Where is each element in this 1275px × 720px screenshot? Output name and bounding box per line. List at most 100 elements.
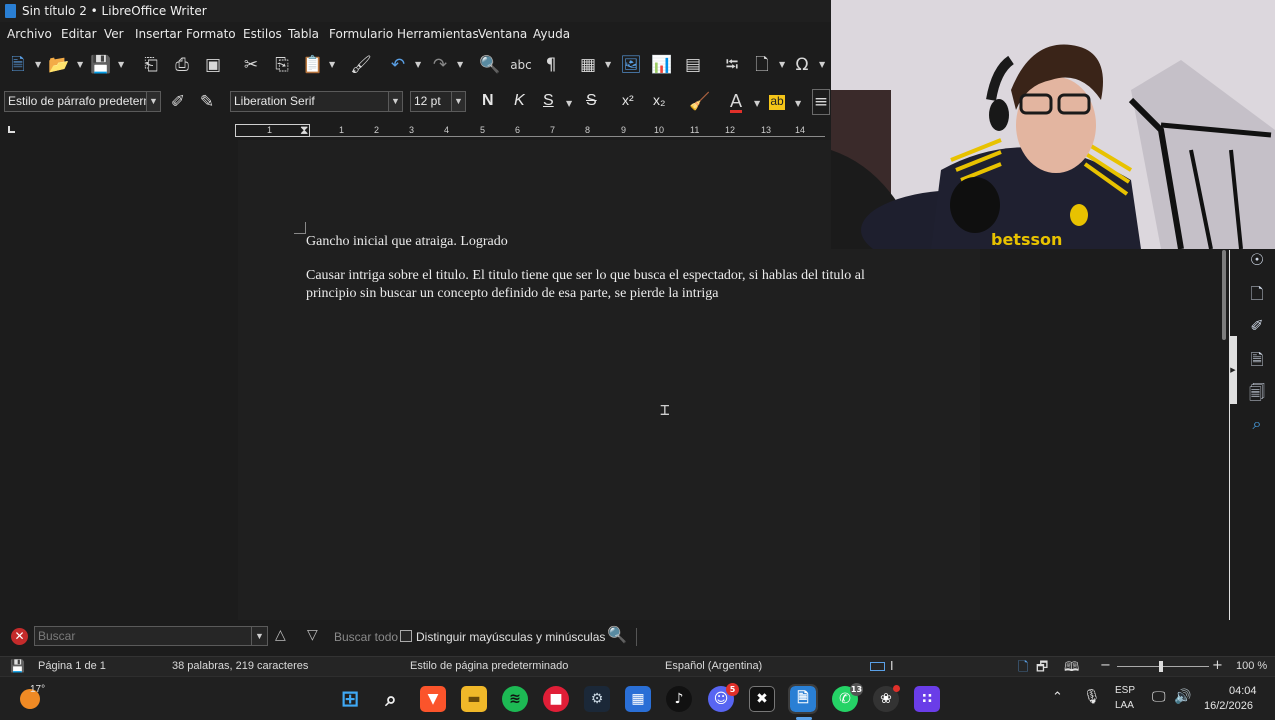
bold-button[interactable]: N [482, 92, 494, 110]
redo-icon[interactable]: ↷ [428, 52, 452, 78]
new-document-icon[interactable]: 🗎 [6, 52, 30, 78]
document-paragraph[interactable]: principio sin buscar un concepto definid… [306, 285, 718, 303]
zoom-slider-track[interactable] [1117, 666, 1209, 667]
align-left-icon[interactable]: ≡ [812, 89, 830, 115]
special-character-icon[interactable]: Ω [790, 52, 814, 78]
language[interactable]: Español (Argentina) [665, 660, 762, 672]
find-replace-icon[interactable]: 🔍 [478, 52, 502, 78]
insert-chart-icon[interactable]: 📊 [650, 52, 674, 78]
microphone-icon[interactable]: 🎙 [1083, 688, 1101, 705]
volume-icon[interactable]: 🔊 [1174, 688, 1191, 705]
font-name-combo[interactable]: Liberation Serif ▼ [230, 91, 403, 112]
insert-table-icon[interactable]: ▦ [576, 52, 600, 78]
copy-icon[interactable]: ⎘ [270, 52, 294, 78]
chevron-down-icon[interactable]: ▼ [35, 60, 43, 70]
vertical-scrollbar[interactable] [1222, 250, 1226, 340]
network-icon[interactable]: 🖵 [1152, 688, 1166, 705]
menu-ventana[interactable]: Ventana [478, 27, 527, 41]
redis-icon[interactable]: ■ [543, 686, 569, 712]
brave-browser-icon[interactable]: ▼ [420, 686, 446, 712]
horizontal-ruler[interactable]: ⧗ 1 1 2 3 4 5 6 7 8 9 10 11 12 13 14 [235, 123, 825, 139]
discord-icon[interactable]: ☺ 5 [708, 683, 739, 712]
manage-changes-icon[interactable]: 🗐 [1246, 382, 1268, 404]
selection-mode-icon[interactable] [870, 662, 885, 671]
insert-image-icon[interactable]: 🖼 [619, 52, 643, 78]
print-preview-icon[interactable]: ▣ [201, 52, 225, 78]
chevron-down-icon[interactable]: ▼ [329, 60, 337, 70]
menu-ayuda[interactable]: Ayuda [533, 27, 570, 41]
properties-icon[interactable]: 🗎 [1246, 349, 1268, 371]
insert-mode-icon[interactable]: I [890, 659, 894, 673]
find-input[interactable]: Buscar ▼ [34, 626, 268, 646]
indent-marker-icon[interactable]: ⧗ [300, 123, 308, 138]
export-pdf-icon[interactable]: ⎗ [139, 52, 163, 78]
chevron-down-icon[interactable]: ▼ [795, 99, 803, 109]
find-all-button[interactable]: Buscar todo [334, 630, 398, 644]
chevron-down-icon[interactable]: ▼ [605, 60, 613, 70]
chevron-down-icon[interactable]: ▼ [754, 99, 762, 109]
tiktok-icon[interactable]: ♪ [666, 686, 692, 712]
menu-editar[interactable]: Editar [61, 27, 97, 41]
underline-button[interactable]: S [543, 92, 554, 110]
update-style-icon[interactable]: ✐ [166, 89, 190, 115]
insert-field-icon[interactable]: 🗋 [750, 52, 774, 78]
capcut-icon[interactable]: ✖ [749, 686, 775, 712]
menu-herramientas[interactable]: Herramientas [397, 27, 479, 41]
font-color-icon[interactable]: A [724, 89, 748, 115]
page-style[interactable]: Estilo de página predeterminado [410, 660, 568, 672]
font-size-combo[interactable]: 12 pt ▼ [410, 91, 466, 112]
clock-date[interactable]: 16/2/2026 [1204, 700, 1253, 712]
find-replace-icon[interactable]: 🔍 [607, 625, 627, 644]
chevron-down-icon[interactable]: ▼ [251, 627, 267, 645]
menu-tabla[interactable]: Tabla [288, 27, 319, 41]
superscript-button[interactable]: x² [622, 92, 634, 108]
page-count[interactable]: Página 1 de 1 [38, 660, 106, 672]
whatsapp-icon[interactable]: ✆ 13 [832, 683, 863, 712]
search-icon[interactable]: ⌕ [378, 686, 404, 712]
strikethrough-button[interactable]: S [586, 92, 597, 110]
match-case-checkbox[interactable] [400, 630, 412, 642]
document-paragraph[interactable]: Causar intriga sobre el titulo. El titul… [306, 267, 865, 285]
styles-icon[interactable]: ✐ [1246, 316, 1268, 338]
zoom-level[interactable]: 100 % [1236, 660, 1267, 672]
chevron-down-icon[interactable]: ▼ [146, 92, 160, 111]
chevron-down-icon[interactable]: ▼ [451, 92, 465, 111]
windows-start-icon[interactable]: ⊞ [337, 686, 363, 712]
chevron-down-icon[interactable]: ▼ [415, 60, 423, 70]
clock-time[interactable]: 04:04 [1229, 685, 1257, 697]
tab-stop-icon[interactable] [8, 126, 15, 133]
italic-button[interactable]: K [514, 92, 525, 110]
find-next-icon[interactable]: ▽ [307, 627, 318, 643]
page-break-icon[interactable]: ⭾ [720, 52, 744, 78]
word-count[interactable]: 38 palabras, 219 caracteres [172, 660, 308, 672]
document-paragraph[interactable]: Gancho inicial que atraiga. Logrado [306, 233, 508, 251]
open-folder-icon[interactable]: 📂 [47, 52, 71, 78]
insert-textbox-icon[interactable]: ▤ [681, 52, 705, 78]
zoom-in-icon[interactable]: + [1212, 658, 1223, 673]
chevron-down-icon[interactable]: ▼ [118, 60, 126, 70]
chevron-down-icon[interactable]: ▼ [779, 60, 787, 70]
chevron-down-icon[interactable]: ▼ [566, 99, 574, 109]
find-sidebar-icon[interactable]: ⌕ [1246, 414, 1268, 436]
menu-estilos[interactable]: Estilos [243, 27, 282, 41]
new-style-icon[interactable]: ✎ [195, 89, 219, 115]
chatgpt-icon[interactable]: ❀ [873, 685, 900, 712]
find-previous-icon[interactable]: △ [275, 627, 286, 643]
save-icon[interactable]: 💾 [89, 52, 113, 78]
page-icon[interactable]: 🗋 [1246, 283, 1268, 305]
input-language[interactable]: ESP [1115, 685, 1135, 696]
cut-icon[interactable]: ✂ [239, 52, 263, 78]
chevron-up-icon[interactable]: ⌃ [1052, 689, 1063, 705]
app-grid-icon[interactable]: ∷ [914, 686, 940, 712]
document-modified-icon[interactable]: 💾 [10, 659, 25, 673]
clone-formatting-icon[interactable]: 🖌 [349, 52, 373, 78]
menu-insertar[interactable]: Insertar [135, 27, 182, 41]
close-find-icon[interactable]: ✕ [11, 628, 28, 645]
chevron-down-icon[interactable]: ▼ [77, 60, 85, 70]
menu-formato[interactable]: Formato [186, 27, 236, 41]
print-icon[interactable]: ⎙ [170, 52, 194, 78]
steam-icon[interactable]: ⚙ [584, 686, 610, 712]
zoom-out-icon[interactable]: − [1100, 658, 1111, 673]
clear-formatting-icon[interactable]: 🧹 [688, 89, 712, 115]
file-explorer-icon[interactable]: ▬ [461, 686, 487, 712]
